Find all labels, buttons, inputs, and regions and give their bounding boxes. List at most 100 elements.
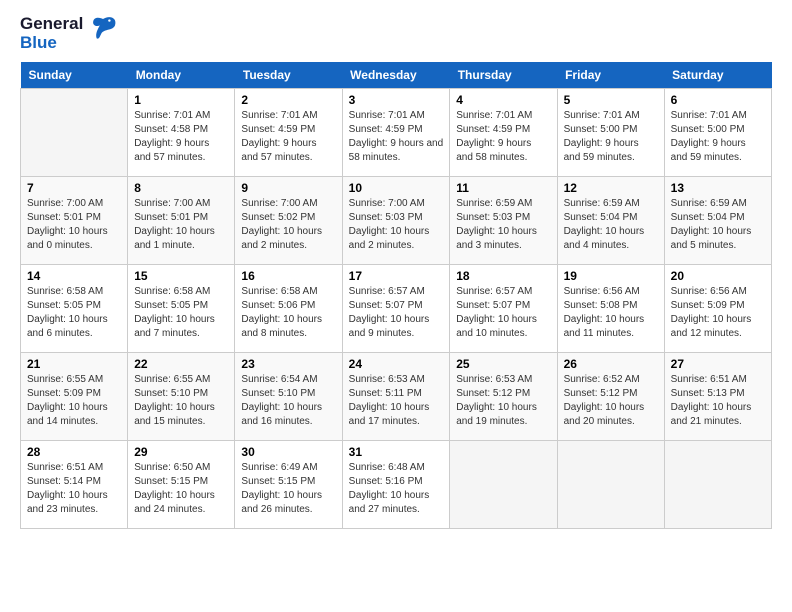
sunset-text: Sunset: 5:10 PM [134,388,208,399]
calendar-cell: 30 Sunrise: 6:49 AM Sunset: 5:15 PM Dayl… [235,441,342,529]
day-number: 5 [564,93,658,107]
day-info: Sunrise: 6:53 AM Sunset: 5:12 PM Dayligh… [456,373,550,429]
sunset-text: Sunset: 4:59 PM [241,124,315,135]
daylight-text: Daylight: 10 hours and 14 minutes. [27,402,108,427]
calendar-cell: 8 Sunrise: 7:00 AM Sunset: 5:01 PM Dayli… [128,177,235,265]
sunrise-text: Sunrise: 6:50 AM [134,462,210,473]
sunset-text: Sunset: 5:02 PM [241,212,315,223]
daylight-text: Daylight: 10 hours and 15 minutes. [134,402,215,427]
daylight-text: Daylight: 9 hours and 59 minutes. [564,138,639,163]
sunrise-text: Sunrise: 6:59 AM [564,198,640,209]
sunrise-text: Sunrise: 7:00 AM [134,198,210,209]
sunrise-text: Sunrise: 6:59 AM [456,198,532,209]
calendar-header-saturday: Saturday [664,62,771,89]
calendar-cell: 22 Sunrise: 6:55 AM Sunset: 5:10 PM Dayl… [128,353,235,441]
sunset-text: Sunset: 5:00 PM [564,124,638,135]
day-info: Sunrise: 6:53 AM Sunset: 5:11 PM Dayligh… [349,373,444,429]
day-number: 8 [134,181,228,195]
day-number: 4 [456,93,550,107]
calendar-cell: 2 Sunrise: 7:01 AM Sunset: 4:59 PM Dayli… [235,89,342,177]
day-number: 6 [671,93,765,107]
day-number: 3 [349,93,444,107]
calendar-cell: 31 Sunrise: 6:48 AM Sunset: 5:16 PM Dayl… [342,441,450,529]
logo-bird-icon [87,11,119,43]
daylight-text: Daylight: 10 hours and 0 minutes. [27,226,108,251]
day-number: 9 [241,181,335,195]
calendar-week-row: 14 Sunrise: 6:58 AM Sunset: 5:05 PM Dayl… [21,265,772,353]
calendar-header-tuesday: Tuesday [235,62,342,89]
day-info: Sunrise: 7:00 AM Sunset: 5:03 PM Dayligh… [349,197,444,253]
day-info: Sunrise: 7:01 AM Sunset: 4:59 PM Dayligh… [241,109,335,165]
daylight-text: Daylight: 10 hours and 8 minutes. [241,314,322,339]
day-info: Sunrise: 6:56 AM Sunset: 5:09 PM Dayligh… [671,285,765,341]
day-info: Sunrise: 6:57 AM Sunset: 5:07 PM Dayligh… [456,285,550,341]
day-number: 25 [456,357,550,371]
sunset-text: Sunset: 5:04 PM [671,212,745,223]
sunrise-text: Sunrise: 7:01 AM [241,110,317,121]
sunset-text: Sunset: 5:03 PM [456,212,530,223]
calendar-cell: 12 Sunrise: 6:59 AM Sunset: 5:04 PM Dayl… [557,177,664,265]
day-info: Sunrise: 6:50 AM Sunset: 5:15 PM Dayligh… [134,461,228,517]
day-info: Sunrise: 6:54 AM Sunset: 5:10 PM Dayligh… [241,373,335,429]
day-number: 15 [134,269,228,283]
calendar-cell: 10 Sunrise: 7:00 AM Sunset: 5:03 PM Dayl… [342,177,450,265]
sunset-text: Sunset: 5:06 PM [241,300,315,311]
day-info: Sunrise: 6:58 AM Sunset: 5:05 PM Dayligh… [27,285,121,341]
calendar-cell: 4 Sunrise: 7:01 AM Sunset: 4:59 PM Dayli… [450,89,557,177]
day-number: 14 [27,269,121,283]
daylight-text: Daylight: 10 hours and 26 minutes. [241,490,322,515]
calendar-cell: 9 Sunrise: 7:00 AM Sunset: 5:02 PM Dayli… [235,177,342,265]
calendar-header-sunday: Sunday [21,62,128,89]
calendar-cell: 29 Sunrise: 6:50 AM Sunset: 5:15 PM Dayl… [128,441,235,529]
daylight-text: Daylight: 10 hours and 20 minutes. [564,402,645,427]
day-info: Sunrise: 6:49 AM Sunset: 5:15 PM Dayligh… [241,461,335,517]
sunrise-text: Sunrise: 6:57 AM [349,286,425,297]
day-info: Sunrise: 6:55 AM Sunset: 5:09 PM Dayligh… [27,373,121,429]
page-header: General Blue [20,15,772,52]
day-info: Sunrise: 6:57 AM Sunset: 5:07 PM Dayligh… [349,285,444,341]
daylight-text: Daylight: 9 hours and 58 minutes. [349,138,444,163]
daylight-text: Daylight: 10 hours and 19 minutes. [456,402,537,427]
day-number: 17 [349,269,444,283]
day-info: Sunrise: 7:00 AM Sunset: 5:01 PM Dayligh… [134,197,228,253]
day-info: Sunrise: 7:01 AM Sunset: 4:59 PM Dayligh… [456,109,550,165]
calendar-table: SundayMondayTuesdayWednesdayThursdayFrid… [20,62,772,529]
calendar-week-row: 28 Sunrise: 6:51 AM Sunset: 5:14 PM Dayl… [21,441,772,529]
daylight-text: Daylight: 9 hours and 58 minutes. [456,138,531,163]
sunrise-text: Sunrise: 7:00 AM [27,198,103,209]
sunrise-text: Sunrise: 6:56 AM [671,286,747,297]
calendar-cell: 3 Sunrise: 7:01 AM Sunset: 4:59 PM Dayli… [342,89,450,177]
day-number: 12 [564,181,658,195]
sunset-text: Sunset: 5:10 PM [241,388,315,399]
daylight-text: Daylight: 10 hours and 10 minutes. [456,314,537,339]
daylight-text: Daylight: 10 hours and 5 minutes. [671,226,752,251]
daylight-text: Daylight: 10 hours and 2 minutes. [349,226,430,251]
day-info: Sunrise: 7:01 AM Sunset: 4:59 PM Dayligh… [349,109,444,165]
day-info: Sunrise: 6:51 AM Sunset: 5:14 PM Dayligh… [27,461,121,517]
daylight-text: Daylight: 10 hours and 17 minutes. [349,402,430,427]
day-number: 10 [349,181,444,195]
day-info: Sunrise: 6:48 AM Sunset: 5:16 PM Dayligh… [349,461,444,517]
calendar-cell: 11 Sunrise: 6:59 AM Sunset: 5:03 PM Dayl… [450,177,557,265]
calendar-cell: 21 Sunrise: 6:55 AM Sunset: 5:09 PM Dayl… [21,353,128,441]
sunrise-text: Sunrise: 6:56 AM [564,286,640,297]
day-info: Sunrise: 6:51 AM Sunset: 5:13 PM Dayligh… [671,373,765,429]
day-number: 30 [241,445,335,459]
calendar-cell: 25 Sunrise: 6:53 AM Sunset: 5:12 PM Dayl… [450,353,557,441]
day-number: 18 [456,269,550,283]
sunset-text: Sunset: 5:07 PM [349,300,423,311]
sunset-text: Sunset: 5:13 PM [671,388,745,399]
sunset-text: Sunset: 5:14 PM [27,476,101,487]
calendar-cell: 20 Sunrise: 6:56 AM Sunset: 5:09 PM Dayl… [664,265,771,353]
calendar-cell: 14 Sunrise: 6:58 AM Sunset: 5:05 PM Dayl… [21,265,128,353]
sunset-text: Sunset: 5:04 PM [564,212,638,223]
calendar-week-row: 21 Sunrise: 6:55 AM Sunset: 5:09 PM Dayl… [21,353,772,441]
day-info: Sunrise: 7:01 AM Sunset: 5:00 PM Dayligh… [671,109,765,165]
calendar-cell: 27 Sunrise: 6:51 AM Sunset: 5:13 PM Dayl… [664,353,771,441]
sunrise-text: Sunrise: 6:51 AM [671,374,747,385]
day-number: 21 [27,357,121,371]
daylight-text: Daylight: 10 hours and 11 minutes. [564,314,645,339]
logo-general: General [20,14,83,33]
calendar-cell: 6 Sunrise: 7:01 AM Sunset: 5:00 PM Dayli… [664,89,771,177]
daylight-text: Daylight: 10 hours and 7 minutes. [134,314,215,339]
